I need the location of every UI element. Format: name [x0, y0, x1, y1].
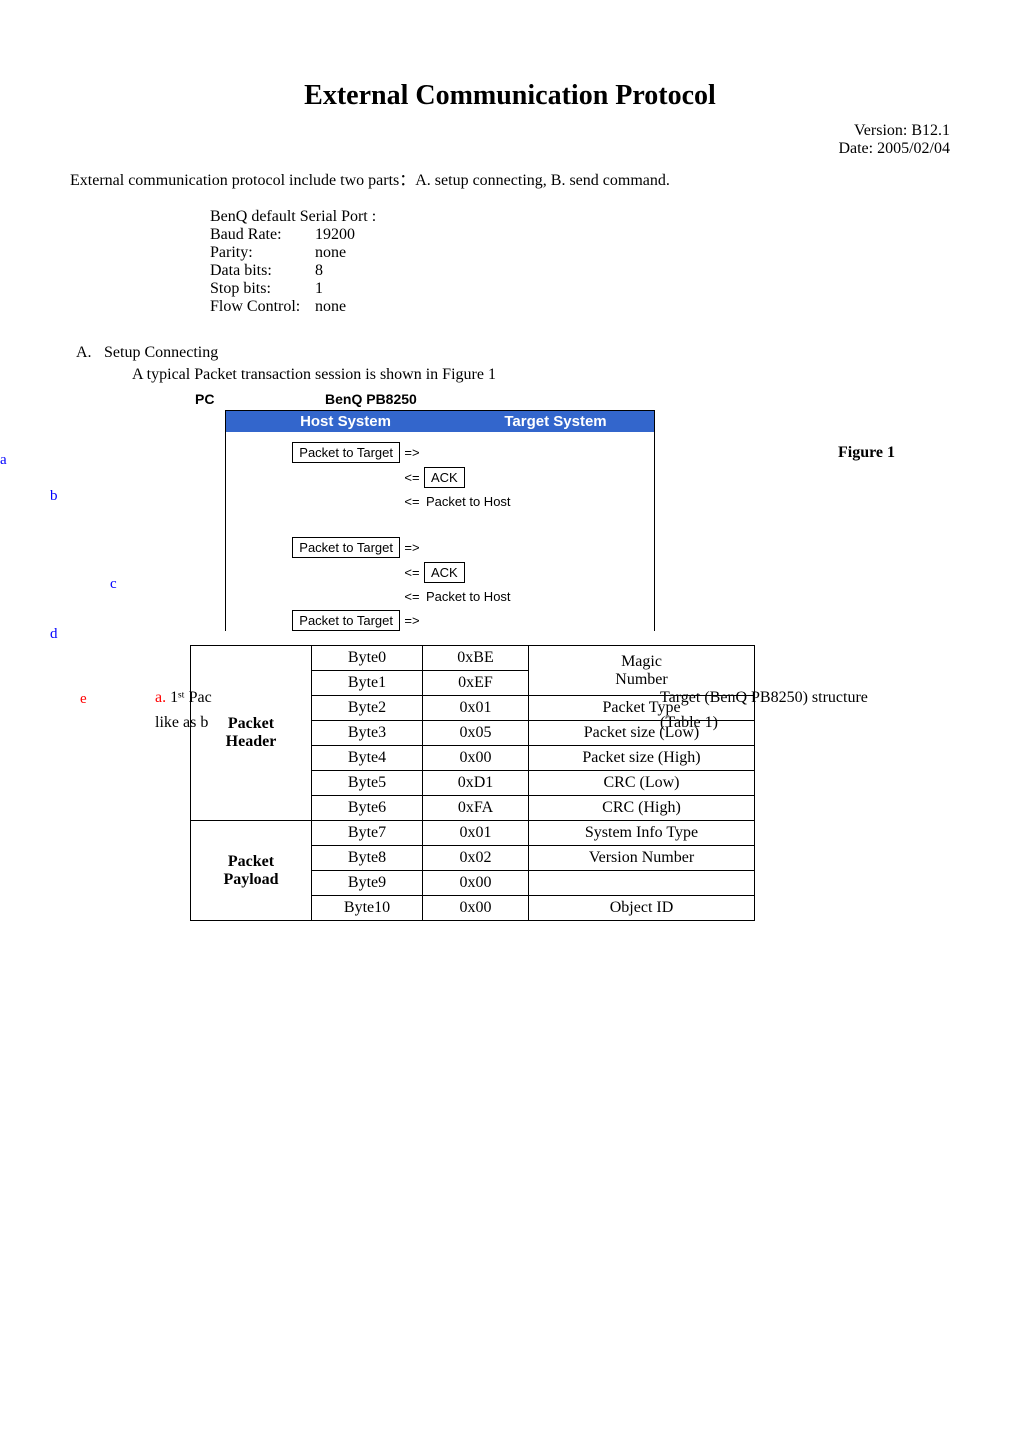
serial-value: 1 — [315, 280, 323, 298]
packet-to-target-box: Packet to Target — [292, 442, 400, 463]
arrow-left-icon: <= — [400, 589, 424, 604]
section-title: Setup Connecting — [104, 344, 218, 362]
serial-label: Baud Rate: — [210, 226, 315, 244]
packet-header-group: PacketHeader — [191, 646, 312, 821]
page-title: External Communication Protocol — [70, 80, 950, 112]
figure-1-label: Figure 1 — [838, 444, 895, 462]
table-cell: 0x02 — [423, 846, 529, 871]
table-cell: 0x00 — [423, 896, 529, 921]
packet-payload-group: PacketPayload — [191, 821, 312, 921]
arrow-left-icon: <= — [400, 470, 424, 485]
table-cell: Byte5 — [312, 771, 423, 796]
table-cell: Byte4 — [312, 746, 423, 771]
serial-label: Parity: — [210, 244, 315, 262]
table-cell: Byte10 — [312, 896, 423, 921]
packet-structure-table: PacketHeader Byte0 0xBE MagicNumber Byte… — [190, 645, 755, 921]
ack-box: ACK — [424, 467, 465, 488]
benq-label: BenQ PB8250 — [325, 391, 417, 407]
table-cell: Byte8 — [312, 846, 423, 871]
table-cell: Byte3 — [312, 721, 423, 746]
table-cell: Version Number — [529, 846, 755, 871]
serial-value: 19200 — [315, 226, 355, 244]
host-system-header: Host System — [230, 413, 461, 430]
date-text: Date: 2005/02/04 — [70, 140, 950, 158]
table-cell — [529, 871, 755, 896]
table-cell: CRC (High) — [529, 796, 755, 821]
table-cell: Byte6 — [312, 796, 423, 821]
serial-value: 8 — [315, 262, 323, 280]
arrow-left-icon: <= — [400, 494, 424, 509]
table-cell: System Info Type — [529, 821, 755, 846]
packet-to-host-text: Packet to Host — [424, 492, 513, 511]
table-cell: 0xBE — [423, 646, 529, 671]
table-cell: Object ID — [529, 896, 755, 921]
arrow-right-icon: => — [400, 445, 424, 460]
table-cell: Byte1 — [312, 671, 423, 696]
arrow-left-icon: <= — [400, 565, 424, 580]
table-cell: 0xFA — [423, 796, 529, 821]
section-a-desc: A typical Packet transaction session is … — [132, 366, 950, 384]
serial-port-block: BenQ default Serial Port : Baud Rate: 19… — [210, 208, 950, 316]
arrow-right-icon: => — [400, 540, 424, 555]
arrow-right-icon: => — [400, 613, 424, 628]
table-cell: 0x01 — [423, 821, 529, 846]
annot-b: b — [50, 488, 58, 505]
table-cell: 0xEF — [423, 671, 529, 696]
serial-label: Data bits: — [210, 262, 315, 280]
table-cell: 0x00 — [423, 746, 529, 771]
packet-to-target-box: Packet to Target — [292, 610, 400, 631]
sequence-diagram: PC BenQ PB8250 Figure 1 Host System Targ… — [225, 396, 655, 635]
table-cell: Byte7 — [312, 821, 423, 846]
target-system-header: Target System — [461, 413, 650, 430]
serial-label: Stop bits: — [210, 280, 315, 298]
table-cell: CRC (Low) — [529, 771, 755, 796]
table-cell: Packet Type — [529, 696, 755, 721]
ack-box: ACK — [424, 562, 465, 583]
annot-e: e — [80, 691, 87, 708]
overlap-a-prefix: a. — [155, 689, 166, 706]
table-cell: Packet size (Low) — [529, 721, 755, 746]
table-cell: MagicNumber — [529, 646, 755, 696]
table-cell: Packet size (High) — [529, 746, 755, 771]
packet-to-target-box: Packet to Target — [292, 537, 400, 558]
table-cell: 0x05 — [423, 721, 529, 746]
table-cell: 0xD1 — [423, 771, 529, 796]
annot-c: c — [110, 576, 117, 593]
pc-label: PC — [195, 391, 214, 407]
table-cell: Byte0 — [312, 646, 423, 671]
version-text: Version: B12.1 — [70, 122, 950, 140]
table-cell: Byte9 — [312, 871, 423, 896]
intro-text: External communication protocol include … — [70, 166, 950, 190]
annot-d: d — [50, 626, 58, 643]
packet-to-host-text: Packet to Host — [424, 587, 513, 606]
table-cell: Byte2 — [312, 696, 423, 721]
serial-value: none — [315, 298, 346, 316]
table-cell: 0x01 — [423, 696, 529, 721]
table-cell: 0x00 — [423, 871, 529, 896]
section-a-heading: A. Setup Connecting — [70, 344, 950, 362]
serial-value: none — [315, 244, 346, 262]
annot-a: a — [0, 452, 7, 469]
serial-heading: BenQ default Serial Port : — [210, 208, 950, 226]
section-letter: A. — [76, 344, 104, 362]
serial-label: Flow Control: — [210, 298, 315, 316]
